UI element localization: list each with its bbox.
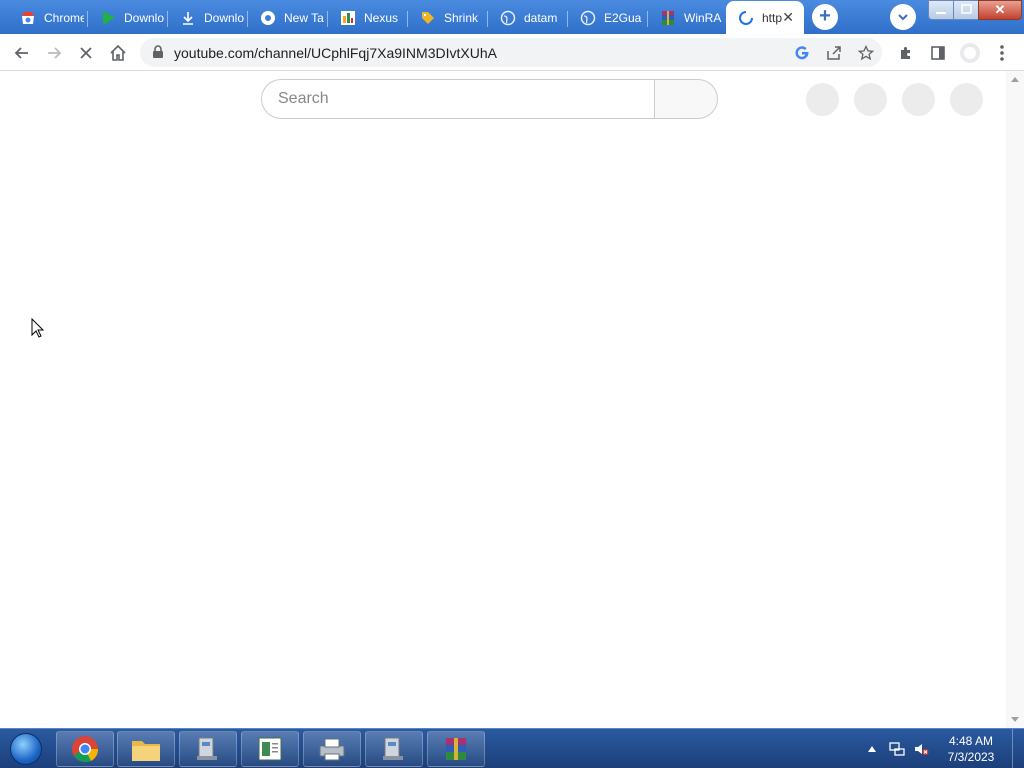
home-button[interactable] [105,40,131,66]
placeholder-circle [854,83,887,116]
taskbar-printer[interactable] [303,731,361,767]
window-close-button[interactable]: ✕ [978,0,1022,20]
puzzle-icon [901,47,910,59]
tab-shrink[interactable]: Shrink [408,2,488,34]
file-explorer-icon [132,741,160,761]
share-icon[interactable] [823,42,845,64]
url-text: youtube.com/channel/UCphlFqj7Xa9INM3DIvt… [174,45,497,61]
forward-arrow-icon [48,47,62,59]
taskbar: 4:48 AM 7/3/2023 [0,728,1024,768]
network-tray-icon[interactable] [886,729,908,768]
page-content: Search [0,71,1006,728]
side-panel-icon [931,46,945,60]
menu-button[interactable] [989,40,1015,66]
tab-search-button[interactable] [890,4,916,30]
clock-date: 7/3/2023 [947,750,995,764]
minimize-button[interactable] [928,0,954,20]
volume-muted-icon[interactable] [910,729,932,768]
tab-label: Nexus [364,11,399,25]
taskbar-chrome[interactable] [56,731,114,767]
tab-label: http [762,10,783,25]
tab-datam[interactable]: datam [488,2,568,34]
taskbar-document[interactable] [241,731,299,767]
play-icon [100,10,116,26]
document-icon [258,737,282,761]
kebab-menu-icon [1000,45,1004,61]
mouse-cursor-icon [31,318,45,338]
google-translate-icon[interactable] [791,42,813,64]
profile-button[interactable] [957,40,983,66]
tab-new-tab[interactable]: New Ta [248,2,328,34]
lock-icon [152,45,164,64]
tab-active-loading[interactable]: http ✕ [726,1,804,34]
back-arrow-icon [14,47,28,59]
tab-e2guardian[interactable]: E2Gua [568,2,648,34]
tab-label: Downlo [204,11,244,25]
winrar-icon [446,738,466,760]
chrome-icon [72,736,99,763]
tab-download-1[interactable]: Downlo [88,2,168,34]
stop-icon [80,47,92,59]
chevron-up-icon [868,746,876,752]
placeholder-circle [950,83,983,116]
taskbar-file-explorer[interactable] [117,731,175,767]
maximize-button[interactable] [953,0,979,20]
show-desktop-button[interactable] [1012,729,1024,768]
chrome-icon [260,10,276,26]
back-button[interactable] [9,40,35,66]
loading-spinner-icon [738,10,754,26]
address-bar[interactable]: youtube.com/channel/UCphlFqj7Xa9INM3DIvt… [140,38,882,67]
tab-winrar[interactable]: WinRA [648,2,724,34]
system-clock[interactable]: 4:48 AM 7/3/2023 [936,733,1006,765]
tab-download-2[interactable]: Downlo [168,2,248,34]
browser-toolbar: youtube.com/channel/UCphlFqj7Xa9INM3DIvt… [0,34,1024,71]
download-icon [180,10,196,26]
taskbar-app-1[interactable] [179,731,237,767]
close-tab-icon[interactable]: ✕ [782,9,794,26]
bookmark-star-icon[interactable] [855,42,877,64]
tag-icon [420,10,436,26]
app-icon [197,737,217,760]
placeholder-circle [902,83,935,116]
home-icon [110,44,126,61]
scroll-up-arrow-icon[interactable] [1011,77,1019,82]
search-button[interactable] [654,79,718,119]
placeholder-circle [806,83,839,116]
app-icon [383,737,403,760]
clock-time: 4:48 AM [948,734,994,748]
tab-strip: Chrome Downlo Downlo New Ta Nexus Shrink [0,0,1024,34]
page-scrollbar[interactable] [1006,71,1024,728]
printer-icon [319,738,345,761]
tab-label: datam [524,11,558,25]
extensions-button[interactable] [893,40,919,66]
new-tab-button[interactable]: + [812,4,838,30]
globe-icon [500,10,516,26]
chrome-web-store-icon [20,10,36,26]
show-hidden-icons-button[interactable] [864,729,880,768]
tab-label: Shrink [444,11,479,25]
tab-label: WinRA [684,11,722,25]
tab-label: Downlo [124,11,164,25]
tab-chrome-web-store[interactable]: Chrome [8,2,88,34]
globe-icon [580,10,596,26]
scroll-down-arrow-icon[interactable] [1011,717,1019,722]
search-input[interactable]: Search [261,79,655,119]
nexus-icon [340,10,356,26]
chevron-down-icon [898,14,908,21]
stop-loading-button[interactable] [73,40,99,66]
taskbar-app-2[interactable] [365,731,423,767]
windows-logo-icon [10,733,42,765]
forward-button[interactable] [41,40,67,66]
taskbar-winrar[interactable] [427,731,485,767]
tab-label: New Ta [284,11,324,25]
avatar-icon [960,43,980,63]
tab-nexus[interactable]: Nexus [328,2,408,34]
side-panel-button[interactable] [925,40,951,66]
start-button[interactable] [4,731,48,767]
tab-label: Chrome [44,11,84,25]
tab-label: E2Gua [604,11,642,25]
winrar-icon [660,10,676,26]
